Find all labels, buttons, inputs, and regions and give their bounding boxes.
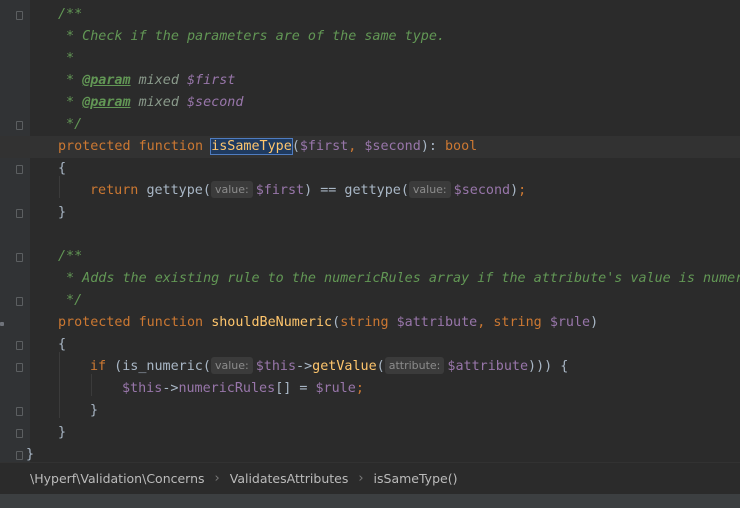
brace: } — [26, 447, 35, 462]
doc-comment: /** — [58, 7, 83, 22]
code-line[interactable]: } — [0, 202, 740, 224]
return-type: bool — [445, 139, 478, 154]
code-line[interactable]: * — [0, 48, 740, 70]
doc-type: mixed — [138, 95, 179, 110]
code-editor[interactable]: /** * Check if the parameters are of the… — [0, 0, 740, 462]
type-hint: string — [340, 315, 389, 330]
code-line[interactable]: * Check if the parameters are of the sam… — [0, 26, 740, 48]
variable: $rule — [315, 381, 356, 396]
property: numericRules — [178, 381, 276, 396]
doc-comment: /** — [58, 249, 83, 264]
brace: } — [58, 425, 67, 440]
brace: } — [90, 403, 99, 418]
variable: $attribute — [447, 359, 529, 374]
brace: } — [58, 205, 67, 220]
doc-variable: $first — [187, 73, 236, 88]
variable: $this — [255, 359, 297, 374]
doc-tag[interactable]: @param — [82, 73, 130, 88]
code-line[interactable]: if (is_numeric(value: $this->getValue(att… — [0, 356, 740, 378]
code-line[interactable]: } — [0, 444, 740, 462]
operator: == — [320, 183, 337, 198]
parameter-hint: value: — [210, 357, 253, 374]
doc-type: mixed — [138, 73, 179, 88]
parameter: $first — [299, 139, 349, 154]
chevron-right-icon: › — [214, 471, 220, 486]
code-line[interactable]: /** — [0, 4, 740, 26]
code-line[interactable]: * @param mixed $first — [0, 70, 740, 92]
parameter: $attribute — [396, 315, 478, 330]
parameter-hint: value: — [408, 181, 451, 198]
variable: $this — [122, 381, 163, 396]
method-call: getValue — [312, 359, 377, 374]
code-line[interactable]: return gettype(value: $first) == gettype(… — [0, 180, 740, 202]
variable: $second — [453, 183, 511, 198]
code-line[interactable]: $this->numericRules[] = $rule; — [0, 378, 740, 400]
current-code-line[interactable]: protected function isSameType($first, $s… — [0, 136, 740, 158]
variable: $first — [255, 183, 305, 198]
code-line[interactable]: protected function shouldBeNumeric(strin… — [0, 312, 740, 334]
code-line[interactable]: * @param mixed $second — [0, 92, 740, 114]
keyword: if — [90, 359, 107, 374]
function-call: gettype — [146, 183, 203, 198]
function-call: gettype — [344, 183, 401, 198]
doc-tag[interactable]: @param — [82, 95, 130, 110]
code-line[interactable]: /** — [0, 246, 740, 268]
doc-variable: $second — [187, 95, 244, 110]
parameter: $second — [364, 139, 421, 154]
breadcrumb-class[interactable]: ValidatesAttributes — [230, 471, 349, 486]
doc-comment: */ — [58, 293, 83, 308]
doc-comment: * Adds the existing rule to the numericR… — [58, 271, 740, 286]
code-line[interactable]: } — [0, 400, 740, 422]
doc-comment: */ — [58, 117, 83, 132]
keyword: protected — [58, 315, 131, 330]
type-hint: string — [493, 315, 542, 330]
brace: { — [58, 161, 67, 176]
code-line[interactable]: { — [0, 158, 740, 180]
keyword: function — [138, 315, 204, 330]
doc-comment: * Check if the parameters are of the sam… — [58, 29, 445, 44]
code-line[interactable]: * Adds the existing rule to the numericR… — [0, 268, 740, 290]
breadcrumb: \Hyperf\Validation\Concerns › ValidatesA… — [0, 462, 740, 494]
brace: { — [58, 337, 67, 352]
code-line[interactable]: */ — [0, 114, 740, 136]
doc-comment: * — [58, 51, 75, 66]
code-line[interactable]: } — [0, 422, 740, 444]
function-name[interactable]: shouldBeNumeric — [211, 315, 332, 330]
code-line[interactable]: */ — [0, 290, 740, 312]
breadcrumb-namespace[interactable]: \Hyperf\Validation\Concerns — [30, 471, 205, 486]
function-call: is_numeric — [122, 359, 203, 374]
chevron-right-icon: › — [358, 471, 364, 486]
status-bar — [0, 494, 740, 508]
code-line[interactable]: { — [0, 334, 740, 356]
keyword: return — [90, 183, 139, 198]
parameter-hint: attribute: — [384, 357, 445, 374]
parameter-hint: value: — [210, 181, 253, 198]
keyword: function — [138, 139, 204, 154]
breadcrumb-method[interactable]: isSameType() — [374, 471, 458, 486]
selected-function-name[interactable]: isSameType — [210, 138, 293, 155]
parameter: $rule — [549, 315, 591, 330]
keyword: protected — [58, 139, 131, 154]
